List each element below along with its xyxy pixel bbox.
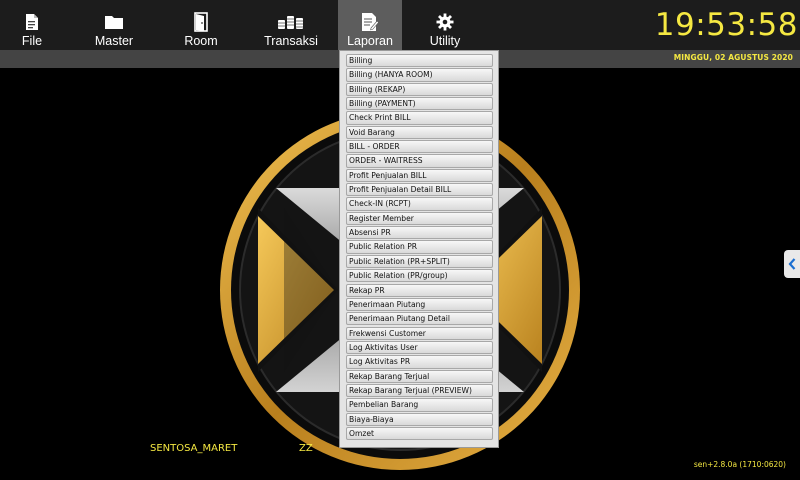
menu-item[interactable]: Log Aktivitas PR	[346, 355, 493, 369]
menu-item[interactable]: Penerimaan Piutang	[346, 297, 493, 312]
current-date: MINGGU, 02 AGUSTUS 2020	[673, 53, 793, 62]
nav-utility[interactable]: Utility	[420, 0, 470, 50]
menu-item[interactable]: Billing	[346, 54, 493, 68]
menu-item[interactable]: Public Relation (PR+SPLIT)	[346, 254, 493, 269]
menu-item[interactable]: Check Print BILL	[346, 111, 493, 125]
app-version: sen+2.8.0a (1710:0620)	[693, 460, 786, 469]
folder-icon	[104, 11, 124, 33]
nav-room[interactable]: Room	[174, 0, 228, 50]
file-icon	[25, 11, 39, 33]
menu-item[interactable]: ORDER - WAITRESS	[346, 154, 493, 168]
nav-room-label: Room	[184, 34, 218, 48]
outlet-name: SENTOSA_MARET	[150, 443, 238, 454]
report-icon	[361, 11, 379, 33]
user-name: ZZ	[299, 443, 313, 454]
menu-item[interactable]: Rekap Barang Terjual (PREVIEW)	[346, 383, 493, 398]
menu-item[interactable]: Profit Penjualan Detail BILL	[346, 183, 493, 197]
menu-item[interactable]: Billing (PAYMENT)	[346, 97, 493, 111]
nav-file-label: File	[21, 34, 43, 48]
nav-master[interactable]: Master	[84, 0, 144, 50]
coins-icon	[277, 11, 305, 33]
menu-item[interactable]: Register Member	[346, 211, 493, 226]
side-panel-toggle[interactable]	[784, 250, 800, 278]
main-toolbar: File Master Room Transaksi Laporan Utili…	[0, 0, 800, 50]
nav-laporan-label: Laporan	[347, 34, 393, 48]
menu-item[interactable]: Log Aktivitas User	[346, 340, 493, 355]
menu-item[interactable]: Billing (REKAP)	[346, 82, 493, 96]
laporan-dropdown-menu: Billing Billing (HANYA ROOM) Billing (REKA…	[339, 50, 499, 448]
menu-item[interactable]: Omzet	[346, 426, 493, 441]
nav-transaksi-label: Transaksi	[264, 34, 318, 48]
menu-item[interactable]: Billing (HANYA ROOM)	[346, 68, 493, 82]
nav-laporan[interactable]: Laporan	[338, 0, 402, 50]
menu-item[interactable]: Public Relation PR	[346, 240, 493, 254]
menu-item[interactable]: Void Barang	[346, 125, 493, 140]
menu-item[interactable]: Check-IN (RCPT)	[346, 197, 493, 211]
menu-item[interactable]: Rekap PR	[346, 283, 493, 297]
menu-item[interactable]: Absensi PR	[346, 226, 493, 240]
menu-item[interactable]: Biaya-Biaya	[346, 412, 493, 426]
menu-item[interactable]: Public Relation (PR/group)	[346, 269, 493, 283]
gear-icon	[436, 11, 454, 33]
nav-master-label: Master	[94, 34, 134, 48]
clock: 19:53:58	[654, 7, 798, 43]
menu-item[interactable]: BILL - ORDER	[346, 140, 493, 154]
nav-file[interactable]: File	[10, 0, 54, 50]
menu-item[interactable]: Pembelian Barang	[346, 398, 493, 412]
menu-item[interactable]: Frekwensi Customer	[346, 326, 493, 340]
menu-item[interactable]: Profit Penjualan BILL	[346, 168, 493, 183]
chevron-left-icon	[788, 255, 796, 274]
nav-transaksi[interactable]: Transaksi	[258, 0, 324, 50]
nav-utility-label: Utility	[429, 34, 461, 48]
door-icon	[193, 11, 209, 33]
menu-item[interactable]: Rekap Barang Terjual	[346, 369, 493, 383]
menu-item[interactable]: Penerimaan Piutang Detail	[346, 312, 493, 326]
